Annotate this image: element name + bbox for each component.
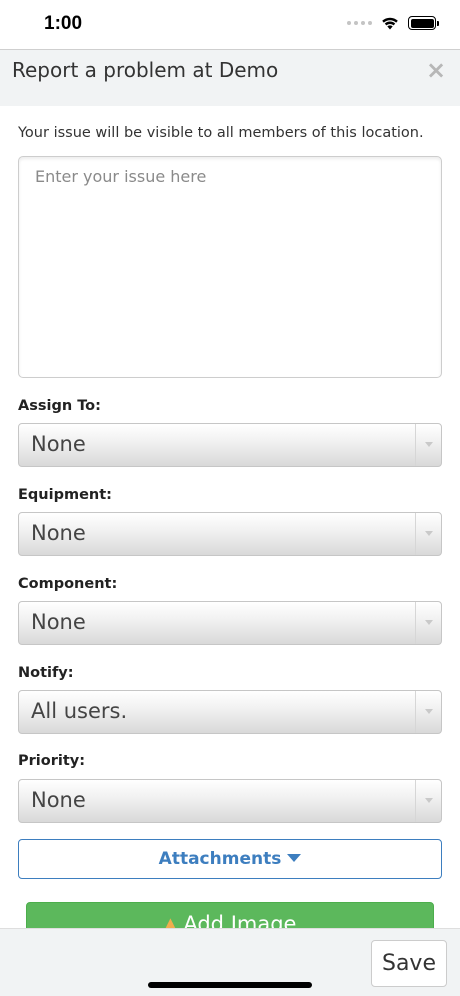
- caret-down-icon: [287, 853, 302, 862]
- issue-textarea[interactable]: [18, 156, 442, 378]
- component-value: None: [31, 610, 86, 634]
- wifi-icon: [382, 17, 398, 30]
- assign-to-label: Assign To:: [18, 398, 101, 414]
- equipment-value: None: [31, 521, 86, 545]
- attachments-label: Attachments: [158, 849, 282, 869]
- component-label: Component:: [18, 576, 118, 592]
- attachments-toggle-button[interactable]: Attachments: [18, 839, 442, 879]
- component-select[interactable]: None: [18, 601, 442, 645]
- battery-icon: [408, 16, 439, 30]
- chevron-down-icon: [415, 780, 441, 822]
- assign-to-value: None: [31, 432, 86, 456]
- chevron-down-icon: [415, 424, 441, 466]
- add-image-button[interactable]: ▲ Add Image: [26, 902, 434, 929]
- status-bar: 1:00: [0, 0, 460, 50]
- add-image-label: Add Image: [183, 912, 297, 929]
- image-icon: ▲: [163, 913, 178, 930]
- modal-title: Report a problem at Demo: [12, 58, 279, 82]
- modal-header: Report a problem at Demo ×: [0, 50, 460, 106]
- notify-value: All users.: [31, 699, 128, 723]
- home-indicator: [148, 982, 312, 988]
- cellular-signal-icon: [347, 21, 372, 25]
- modal-footer: Save: [0, 928, 460, 996]
- assign-to-select[interactable]: None: [18, 423, 442, 467]
- notify-select[interactable]: All users.: [18, 690, 442, 734]
- visibility-notice: Your issue will be visible to all member…: [18, 125, 424, 141]
- priority-label: Priority:: [18, 753, 86, 769]
- close-button[interactable]: ×: [426, 58, 446, 82]
- status-time: 1:00: [44, 13, 83, 34]
- chevron-down-icon: [415, 602, 441, 644]
- notify-label: Notify:: [18, 665, 74, 681]
- chevron-down-icon: [415, 691, 441, 733]
- equipment-label: Equipment:: [18, 487, 112, 503]
- status-icons: [347, 16, 439, 30]
- priority-select[interactable]: None: [18, 779, 442, 823]
- report-problem-modal: Report a problem at Demo × Your issue wi…: [0, 49, 460, 929]
- priority-value: None: [31, 788, 86, 812]
- equipment-select[interactable]: None: [18, 512, 442, 556]
- save-button[interactable]: Save: [371, 940, 447, 987]
- chevron-down-icon: [415, 513, 441, 555]
